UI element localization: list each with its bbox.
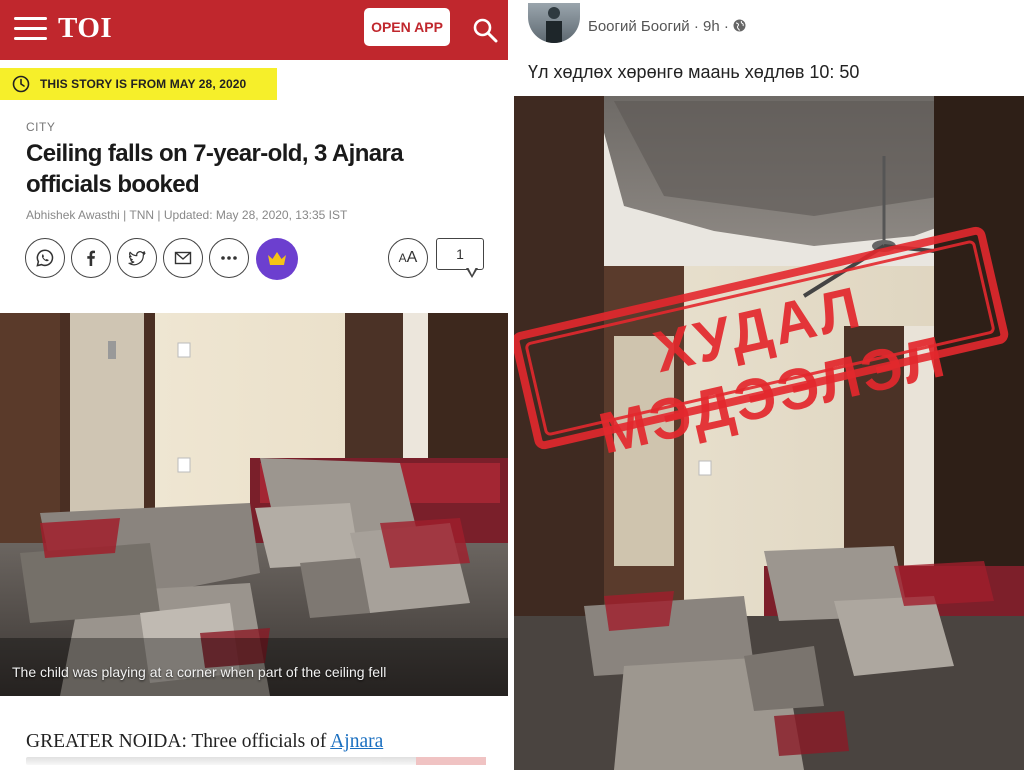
article-byline: Abhishek Awasthi | TNN | Updated: May 28… bbox=[26, 208, 348, 222]
font-size-large-a: A bbox=[406, 249, 418, 266]
avatar[interactable] bbox=[528, 3, 580, 43]
truncated-body-line bbox=[26, 757, 486, 765]
whatsapp-icon bbox=[36, 249, 54, 267]
search-icon[interactable] bbox=[472, 17, 498, 43]
toi-logo[interactable]: TOI bbox=[58, 12, 112, 45]
font-size-button[interactable]: AA bbox=[388, 238, 428, 278]
clock-icon bbox=[12, 75, 30, 93]
email-share-button[interactable] bbox=[163, 238, 203, 278]
toi-header: TOI OPEN APP bbox=[0, 0, 508, 60]
twitter-icon bbox=[128, 251, 146, 266]
more-share-button[interactable] bbox=[209, 238, 249, 278]
article-headline: Ceiling falls on 7-year-old, 3 Ajnara of… bbox=[26, 138, 486, 200]
globe-icon bbox=[733, 19, 746, 32]
more-icon bbox=[221, 256, 237, 260]
whatsapp-share-button[interactable] bbox=[25, 238, 65, 278]
open-app-button[interactable]: OPEN APP bbox=[364, 8, 450, 46]
comment-bubble-tail-inner bbox=[468, 267, 476, 275]
post-author-line: Боогий Боогий · 9h · bbox=[588, 18, 746, 35]
email-icon bbox=[174, 251, 192, 265]
article-body: GREATER NOIDA: Three officials of Ajnara bbox=[26, 728, 496, 756]
facebook-share-button[interactable] bbox=[71, 238, 111, 278]
toi-article-panel: TOI OPEN APP THIS STORY IS FROM MAY 28, … bbox=[0, 0, 508, 770]
headline-line-2: officials booked bbox=[26, 171, 200, 198]
story-date-banner: THIS STORY IS FROM MAY 28, 2020 bbox=[0, 68, 277, 100]
prime-crown-button[interactable] bbox=[256, 238, 298, 280]
photo-caption: The child was playing at a corner when p… bbox=[12, 664, 387, 680]
post-author[interactable]: Боогий Боогий bbox=[588, 18, 690, 35]
comment-count: 1 bbox=[436, 238, 484, 270]
headline-line-1: Ceiling falls on 7-year-old, 3 Ajnara bbox=[26, 140, 404, 167]
post-meta: · 9h · bbox=[689, 18, 734, 35]
facebook-post-panel: Боогий Боогий · 9h · Үл хөдлөх хөрөнгө м… bbox=[514, 0, 1024, 770]
comments-button[interactable]: 1 bbox=[436, 238, 484, 280]
twitter-share-button[interactable] bbox=[117, 238, 157, 278]
date-banner-text: THIS STORY IS FROM MAY 28, 2020 bbox=[40, 77, 247, 91]
ajnara-link[interactable]: Ajnara bbox=[330, 731, 383, 752]
post-text: Үл хөдлөх хөрөнгө маань хөдлөв 10: 50 bbox=[528, 62, 860, 82]
menu-icon[interactable] bbox=[14, 17, 47, 41]
crown-icon bbox=[268, 252, 286, 265]
article-body-prefix: GREATER NOIDA: Three officials of bbox=[26, 731, 331, 752]
facebook-icon bbox=[87, 250, 95, 266]
section-label[interactable]: CITY bbox=[26, 120, 55, 134]
article-photo bbox=[0, 313, 508, 696]
font-size-small-a: A bbox=[398, 251, 407, 265]
